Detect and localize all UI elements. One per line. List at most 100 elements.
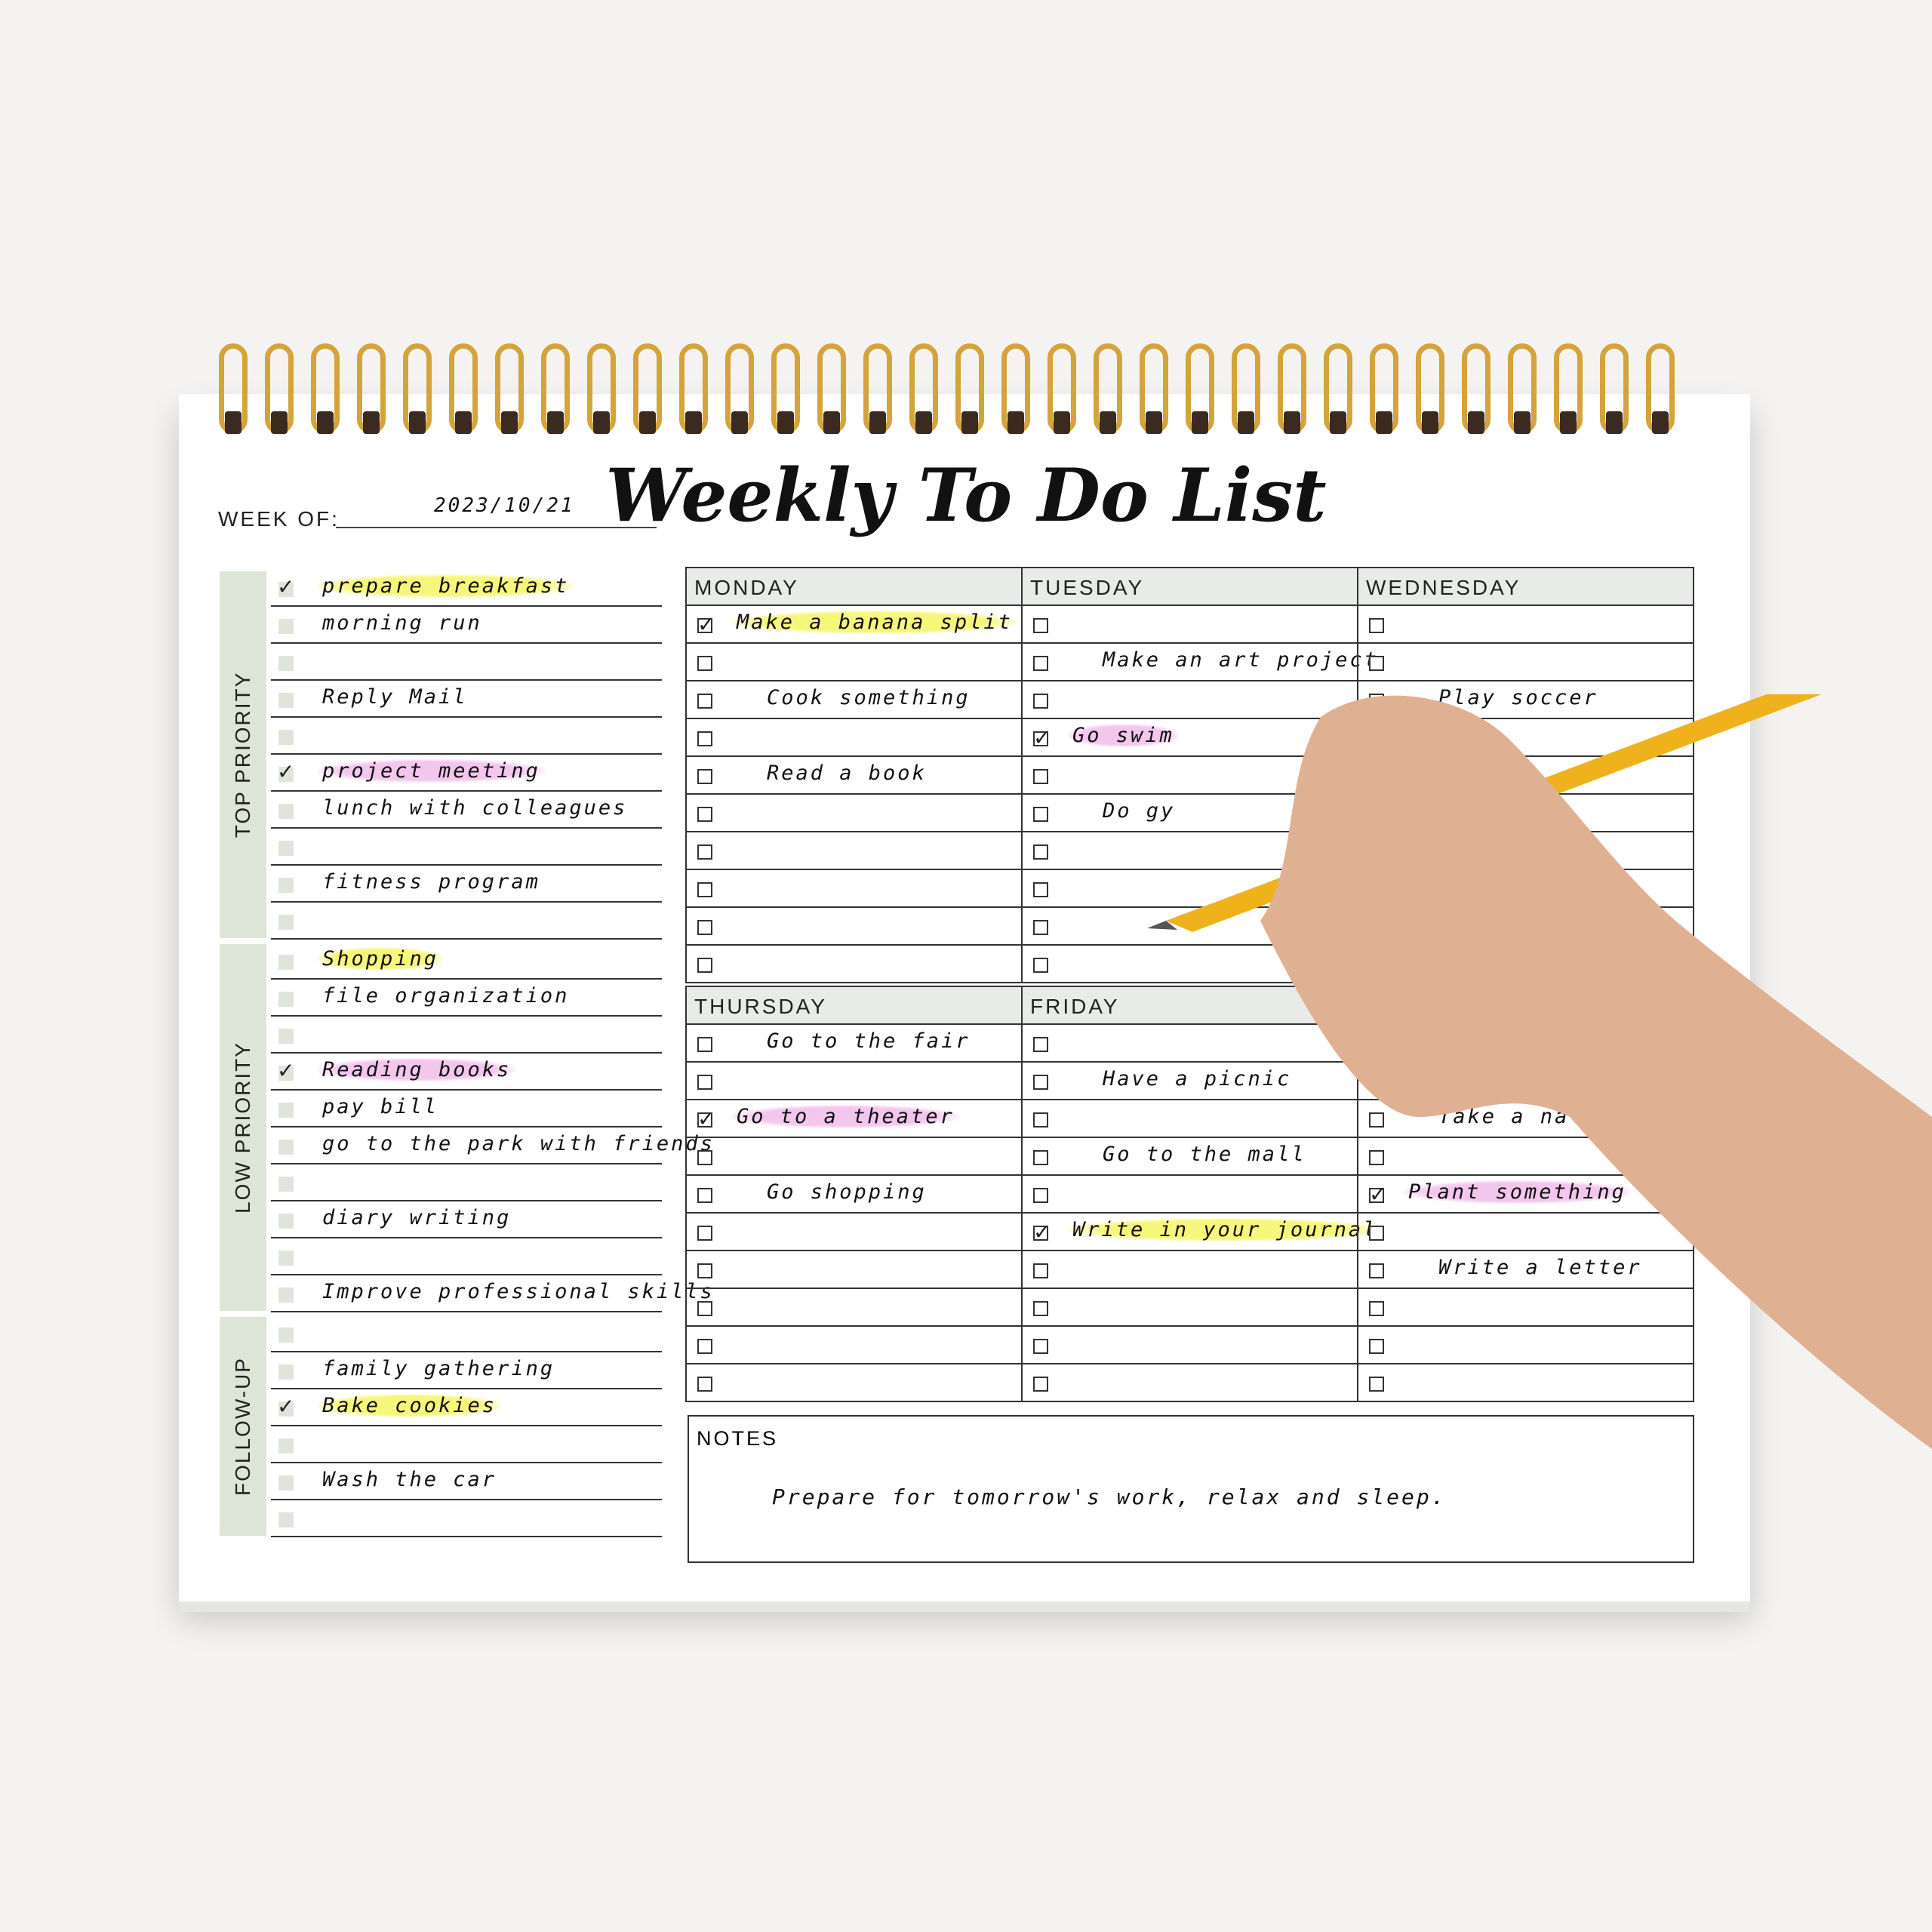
checkbox[interactable] [1033,769,1048,784]
checkbox[interactable] [278,1475,294,1491]
task-text[interactable]: Shopping [318,947,444,971]
day-task-row [685,1364,1023,1402]
task-text[interactable]: Wash the car [318,1468,501,1491]
checkbox[interactable] [697,1339,712,1354]
task-text[interactable]: Read a book [762,761,931,785]
checkbox[interactable] [697,920,712,935]
checkbox[interactable] [697,958,712,973]
checkbox[interactable]: ✓ [277,1395,294,1418]
checkbox[interactable] [278,656,294,671]
task-text[interactable]: pay bill [318,1095,443,1118]
checkbox[interactable] [1033,1339,1048,1354]
checkbox[interactable]: ✓ [1033,1220,1051,1244]
checkbox[interactable] [697,1226,712,1241]
checkbox[interactable] [697,1188,712,1203]
checkbox[interactable] [278,1438,294,1454]
week-of-value[interactable]: 2023/10/21 [434,494,575,517]
task-text[interactable]: fitness program [318,870,545,894]
task-text[interactable]: Reply Mail [318,685,472,709]
checkbox[interactable] [278,693,294,708]
task-text[interactable]: family gathering [318,1357,559,1380]
task-text[interactable]: Make a banana split [732,611,1017,634]
checkbox[interactable] [278,955,294,970]
checkbox[interactable] [1033,807,1048,822]
checkbox[interactable] [697,656,712,671]
checkbox[interactable]: ✓ [277,760,294,783]
checkbox[interactable] [1033,656,1048,671]
checkbox[interactable] [1033,844,1048,860]
checkbox[interactable] [1033,1301,1048,1316]
checkbox[interactable] [1033,618,1048,633]
checkbox[interactable]: ✓ [277,575,294,598]
task-text[interactable]: diary writing [318,1206,515,1229]
checkbox[interactable] [697,1075,712,1090]
task-text[interactable]: lunch with colleagues [318,796,632,820]
checkbox[interactable] [697,1377,712,1392]
punch-hole [1100,411,1116,434]
task-text[interactable]: Go to the fair [762,1029,975,1053]
checkbox[interactable] [697,1150,712,1165]
checkbox[interactable] [278,841,294,856]
checkbox[interactable] [278,1364,294,1380]
checkbox[interactable] [697,1301,712,1316]
checkbox[interactable] [278,1103,294,1118]
checkbox[interactable] [697,769,712,784]
checkbox[interactable] [1033,1263,1048,1278]
checkbox[interactable]: ✓ [697,613,715,636]
checkbox[interactable] [1369,656,1384,671]
task-text[interactable]: file organization [318,984,574,1008]
punch-hole [455,411,472,434]
checkbox[interactable]: ✓ [277,1059,294,1082]
checkbox[interactable] [697,807,712,822]
check-icon: ✓ [277,1395,295,1418]
checkbox[interactable] [1033,958,1048,973]
checkbox[interactable] [278,1029,294,1044]
punch-hole [409,411,426,434]
checkbox[interactable] [278,1214,294,1229]
task-text[interactable]: project meeting [318,759,545,783]
checkbox[interactable] [278,878,294,893]
task-text[interactable]: Make an art project [1098,648,1383,672]
checkbox[interactable] [697,844,712,860]
checkbox[interactable]: ✓ [1033,726,1051,749]
checkbox[interactable] [278,1327,294,1343]
task-text[interactable]: Reading books [318,1058,516,1081]
checkbox[interactable] [278,730,294,745]
checkbox[interactable] [1033,1188,1048,1203]
checkbox[interactable]: ✓ [697,1107,715,1131]
checkbox[interactable] [697,694,712,709]
task-text[interactable]: Improve professional skills [318,1280,719,1303]
day-task-row [1357,606,1694,644]
checkbox[interactable] [1033,920,1048,935]
checkbox[interactable] [278,915,294,930]
notes-text[interactable]: Prepare for tomorrow's work, relax and s… [772,1484,1447,1509]
checkbox[interactable] [697,1037,712,1052]
checkbox[interactable] [278,1251,294,1266]
checkbox[interactable] [278,1177,294,1192]
checkbox[interactable] [1033,1112,1048,1128]
checkbox[interactable] [1033,694,1048,709]
checkbox[interactable] [1033,882,1048,897]
task-text[interactable]: morning run [318,611,487,635]
checkbox[interactable] [278,992,294,1007]
checkbox[interactable] [278,619,294,634]
checkbox[interactable] [697,731,712,746]
checkbox[interactable] [697,1263,712,1278]
list-item: diary writing [271,1201,662,1238]
task-text[interactable]: prepare breakfast [318,574,574,598]
task-text[interactable]: Bake cookies [318,1394,502,1417]
checkbox[interactable] [1033,1037,1048,1052]
checkbox[interactable] [1369,618,1384,633]
checkbox[interactable] [697,882,712,897]
checkbox[interactable] [278,1140,294,1155]
task-text[interactable]: go to the park with friends [318,1132,719,1155]
checkbox[interactable] [1033,1075,1048,1090]
checkbox[interactable] [278,1512,294,1527]
task-text[interactable]: Cook something [762,686,975,709]
task-text[interactable]: Go to a theater [732,1105,959,1128]
checkbox[interactable] [278,804,294,819]
checkbox[interactable] [1033,1377,1048,1392]
checkbox[interactable] [1033,1150,1048,1165]
task-text[interactable]: Go shopping [762,1180,931,1204]
checkbox[interactable] [278,1287,294,1303]
